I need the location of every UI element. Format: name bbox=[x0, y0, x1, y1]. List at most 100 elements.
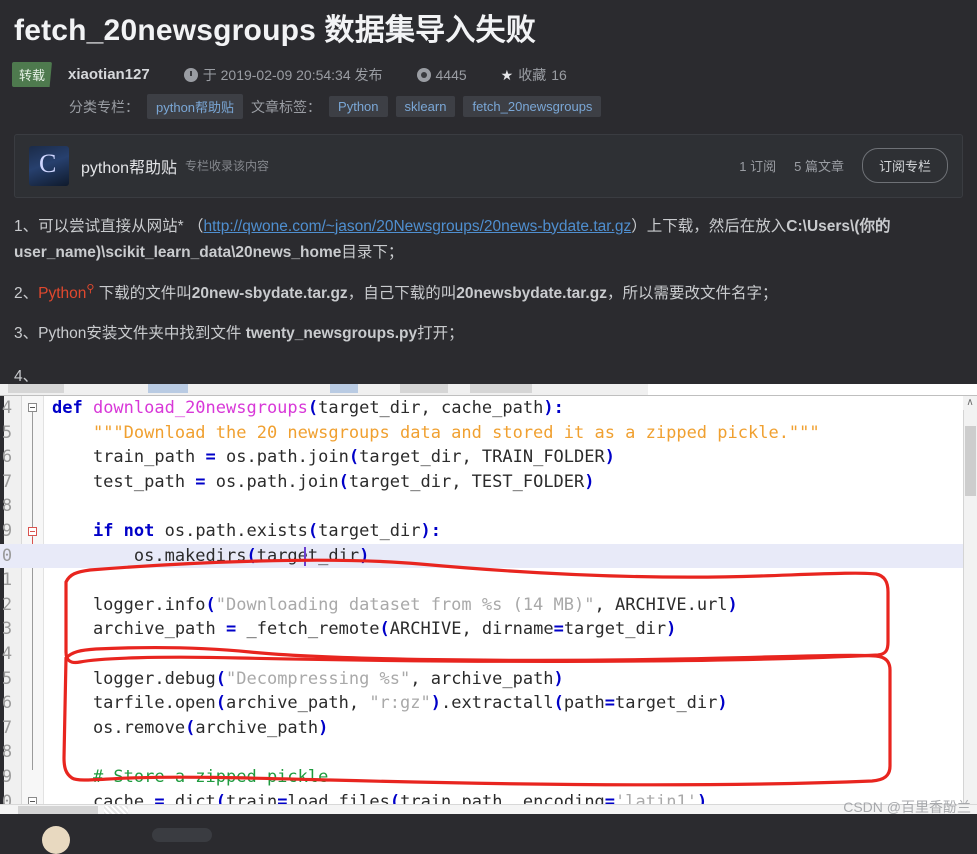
tag-item[interactable]: fetch_20newsgroups bbox=[463, 96, 602, 117]
p4-num: 4、 bbox=[14, 368, 39, 386]
p1-num: 1、 bbox=[14, 217, 39, 235]
code-line[interactable]: 6 tarfile.open(archive_path, "r:gz").ext… bbox=[0, 691, 977, 716]
code-token: tarfile.open bbox=[52, 693, 216, 714]
code-token: ) bbox=[666, 619, 677, 640]
code-token: : bbox=[430, 520, 442, 541]
code-line[interactable]: 1 bbox=[0, 568, 977, 593]
code-line[interactable]: 6 train_path = os.path.join(target_dir, … bbox=[0, 445, 977, 470]
clock-icon bbox=[183, 67, 198, 82]
p2-python-keyword[interactable]: Python bbox=[38, 285, 86, 302]
view-count: 4445 bbox=[416, 66, 467, 83]
editor-scrollbar-thumb[interactable] bbox=[965, 426, 976, 496]
favorite-count[interactable]: ★ 收藏 16 bbox=[501, 65, 567, 85]
editor-toolbar-strip bbox=[0, 384, 977, 396]
code-token: os.path.exists bbox=[154, 520, 308, 541]
p2-num: 2、 bbox=[14, 284, 39, 302]
code-line-text: logger.debug("Decompressing %s", archive… bbox=[52, 667, 564, 692]
code-line[interactable]: 9 # Store a zipped pickle bbox=[0, 765, 977, 790]
code-line-text: os.makedirs(target_dir) bbox=[52, 544, 369, 569]
article-body: 1、可以尝试直接从网站* （http://qwone.com/~jason/20… bbox=[0, 198, 977, 391]
code-lines: 4 def download_20newsgroups(target_dir, c… bbox=[0, 396, 977, 814]
code-token: = bbox=[226, 619, 237, 640]
code-token: ) bbox=[430, 693, 441, 714]
horizontal-scroll-thumb[interactable] bbox=[18, 806, 98, 814]
p2-text-c: ，所以需要改文件名字； bbox=[606, 284, 778, 302]
tag-item[interactable]: Python bbox=[329, 96, 388, 117]
code-editor-screenshot: 4 def download_20newsgroups(target_dir, c… bbox=[0, 384, 977, 814]
code-token: test_path bbox=[52, 471, 196, 492]
article-header: fetch_20newsgroups 数据集导入失败 转载 xiaotian12… bbox=[0, 0, 977, 119]
code-line[interactable]: 4 def download_20newsgroups(target_dir, c… bbox=[0, 396, 977, 421]
code-token: = bbox=[553, 619, 564, 640]
view-count-value: 4445 bbox=[435, 66, 467, 83]
code-line[interactable]: 5 logger.debug("Decompressing %s", archi… bbox=[0, 667, 977, 692]
code-token: , archive_path bbox=[410, 668, 554, 689]
code-line[interactable]: 3 archive_path = _fetch_remote(ARCHIVE, … bbox=[0, 617, 977, 642]
code-token: ( bbox=[215, 693, 227, 714]
code-token: target_dir bbox=[615, 693, 718, 714]
code-token: ( bbox=[246, 545, 257, 566]
p3-text-a: Python安装文件夹中找到文件 bbox=[38, 324, 246, 342]
avatar[interactable] bbox=[42, 826, 70, 854]
paragraph-3: 3、Python安装文件夹中找到文件 twenty_newsgroups.py打… bbox=[14, 321, 963, 348]
code-token: target_dir, TEST_FOLDER bbox=[348, 471, 585, 492]
editor-scrollbar-track[interactable]: ∧ bbox=[963, 396, 977, 814]
p3-num: 3、 bbox=[14, 324, 39, 342]
line-number: 4 bbox=[1, 398, 13, 418]
p2-file-a: 20new-sbydate.tar.gz bbox=[191, 284, 348, 302]
author-name[interactable]: xiaotian127 bbox=[68, 66, 150, 83]
scroll-up-arrow-icon[interactable]: ∧ bbox=[963, 396, 977, 410]
line-number: 4 bbox=[1, 643, 13, 664]
code-line-text: tarfile.open(archive_path, "r:gz").extra… bbox=[52, 691, 728, 716]
code-token: ) bbox=[717, 693, 728, 714]
code-line-text: test_path = os.path.join(target_dir, TES… bbox=[52, 470, 595, 495]
column-name[interactable]: python帮助贴 bbox=[81, 154, 177, 178]
editor-horizontal-scrollbar[interactable] bbox=[0, 804, 977, 814]
code-token: ( bbox=[215, 668, 227, 689]
code-line[interactable]: 4 bbox=[0, 642, 977, 667]
code-token: target_dir bbox=[563, 619, 667, 640]
line-number: 6 bbox=[1, 693, 13, 714]
code-token: ) bbox=[359, 545, 370, 566]
code-line[interactable]: 8 bbox=[0, 740, 977, 765]
code-token: archive_path bbox=[52, 619, 226, 640]
code-line[interactable]: 9 if not os.path.exists(target_dir): bbox=[0, 519, 977, 544]
line-number: 0 bbox=[1, 545, 13, 566]
publish-time: 于 2019-02-09 20:54:34 发布 bbox=[183, 65, 383, 85]
line-number: 1 bbox=[1, 570, 13, 591]
code-token: target_dir, cache_path bbox=[318, 398, 544, 418]
code-token: os.makedirs bbox=[52, 545, 247, 566]
page-footer-strip bbox=[0, 814, 977, 833]
download-link[interactable]: http://qwone.com/~jason/20Newsgroups/20n… bbox=[203, 218, 631, 235]
code-line[interactable]: 0 os.makedirs(target_dir) bbox=[0, 543, 977, 569]
line-number: 3 bbox=[1, 619, 13, 640]
subscribe-button[interactable]: 订阅专栏 bbox=[861, 148, 948, 183]
eye-icon bbox=[416, 67, 431, 82]
code-token: logger.info bbox=[52, 594, 206, 615]
code-line[interactable]: 7 test_path = os.path.join(target_dir, T… bbox=[0, 470, 977, 495]
toolbar-chip-4 bbox=[470, 384, 532, 393]
code-token: if not bbox=[92, 520, 155, 541]
footer-button[interactable] bbox=[152, 828, 212, 842]
paragraph-2: 2、Python⚲ 下载的文件叫20new-sbydate.tar.gz，自己下… bbox=[14, 280, 963, 308]
code-line[interactable]: 5 """Download the 20 newsgroups data and… bbox=[0, 421, 977, 446]
code-token: logger.debug bbox=[52, 668, 216, 689]
csdn-watermark: CSDN @百里香酚兰 bbox=[843, 799, 971, 814]
code-token: ) bbox=[543, 398, 554, 418]
line-number: 8 bbox=[1, 742, 13, 763]
category-tag[interactable]: python帮助贴 bbox=[147, 94, 244, 119]
code-token: target_dir bbox=[318, 520, 421, 541]
article-meta-row: 转载 xiaotian127 于 2019-02-09 20:54:34 发布 … bbox=[12, 62, 963, 87]
code-token: ( bbox=[379, 619, 390, 640]
code-token: os.path.join bbox=[215, 447, 349, 468]
line-number: 9 bbox=[1, 520, 13, 541]
code-token: ( bbox=[205, 594, 216, 615]
tag-item[interactable]: sklearn bbox=[395, 96, 456, 117]
code-line[interactable]: 2 logger.info("Downloading dataset from … bbox=[0, 593, 977, 618]
code-token: "Downloading dataset from %s (14 MB)" bbox=[215, 594, 595, 615]
code-line[interactable]: 7 os.remove(archive_path) bbox=[0, 716, 977, 741]
code-token: ) bbox=[553, 668, 564, 689]
code-line[interactable]: 8 bbox=[0, 494, 977, 519]
p1-end: 目录下； bbox=[341, 244, 404, 262]
